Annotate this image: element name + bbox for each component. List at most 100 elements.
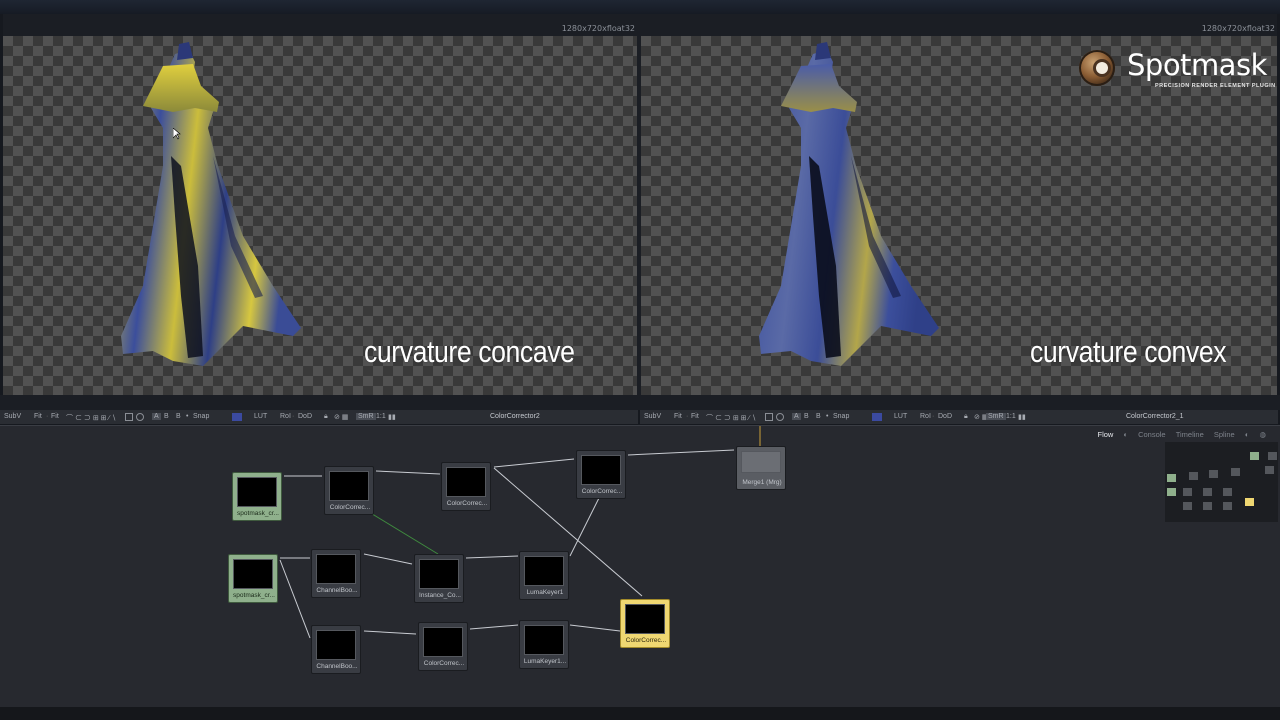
color-swatch-icon[interactable] [872, 413, 882, 421]
viewer-left[interactable]: curvature concave [3, 36, 637, 395]
node-label: ColorCorrec... [625, 637, 667, 644]
flow-editor[interactable]: Flow ◐ Console Timeline Spline ◐ ◍ spotm… [0, 425, 1280, 707]
snap-button[interactable]: Snap [833, 413, 849, 420]
node-connections [279, 426, 761, 639]
viewer-gutter [0, 395, 1280, 410]
spotmask-logo-icon [1079, 50, 1115, 86]
ratio-button[interactable]: 1:1 [1006, 413, 1016, 420]
node-label: Instance_Co... [419, 592, 461, 599]
navigator-node [1265, 466, 1274, 474]
node-label: LumaKeyer1... [523, 658, 567, 665]
snap-toggle-icon[interactable]: • [826, 413, 828, 420]
dod-button[interactable]: DoD [938, 413, 952, 420]
checker-icon[interactable]: ⊘ ▦ [334, 413, 348, 421]
viewer-node-title: ColorCorrector2_1 [1126, 413, 1184, 420]
navigator-node [1209, 470, 1218, 478]
navigator-node [1183, 488, 1192, 496]
lock-icon[interactable]: 🔒︎ [964, 413, 968, 421]
roi-button[interactable]: RoI [280, 413, 291, 420]
stereo-icon[interactable]: ▮▮ [388, 413, 396, 421]
instance-node[interactable]: Instance_Co... [414, 554, 464, 603]
lut-button[interactable]: LUT [894, 413, 907, 420]
dod-button[interactable]: DoD [298, 413, 312, 420]
logo-name: Spotmask [1127, 48, 1267, 82]
loader-node[interactable]: spotmask_cr... [228, 554, 278, 603]
lut-button[interactable]: LUT [254, 413, 267, 420]
ellipse-tool-icon[interactable] [136, 413, 144, 421]
navigator-node [1167, 474, 1176, 482]
rect-tool-icon[interactable] [765, 413, 773, 421]
node-thumbnail [524, 625, 564, 655]
node-thumbnail [446, 467, 486, 497]
flow-navigator[interactable] [1165, 442, 1278, 522]
status-bar [0, 707, 1280, 720]
channel-b-icon[interactable]: B [176, 413, 181, 420]
ellipse-tool-icon[interactable] [776, 413, 784, 421]
colorcorrector-node[interactable]: ColorCorrec... [441, 462, 491, 511]
navigator-node [1167, 488, 1176, 496]
smr-button[interactable]: SmR [356, 413, 376, 420]
channelbooleans-node[interactable]: ChannelBoo... [311, 625, 361, 674]
fit-button-2[interactable]: Fit [691, 413, 699, 420]
subview-button[interactable]: SubV [644, 413, 661, 420]
viewer-right[interactable]: curvature convex Spotmask PRECISION REND… [641, 36, 1277, 395]
node-label: ColorCorrec... [423, 660, 465, 667]
node-thumbnail [419, 559, 459, 589]
navigator-node [1223, 502, 1232, 510]
fit-button-2[interactable]: Fit [51, 413, 59, 420]
viewer-toolbar-left: SubV Fit · Fit ⌒ ⊂ ⊃ ⊞ ⊞ ∕ ∖ A B B • Sna… [0, 410, 638, 424]
colorcorrector-node[interactable]: ColorCorrec... [418, 622, 468, 671]
mouse-cursor-icon [173, 128, 181, 140]
draw-tools-icon[interactable]: ⌒ ⊂ ⊃ ⊞ ⊞ ∕ ∖ [706, 413, 756, 423]
node-thumbnail [316, 630, 356, 660]
rect-tool-icon[interactable] [125, 413, 133, 421]
navigator-node [1223, 488, 1232, 496]
navigator-node [1203, 488, 1212, 496]
channel-ab-icon[interactable]: B [804, 413, 809, 420]
roi-button[interactable]: RoI [920, 413, 931, 420]
loader-node[interactable]: spotmask_cr... [232, 472, 282, 521]
merge-node[interactable]: Merge1 (Mrg) [736, 446, 786, 490]
node-label: Merge1 (Mrg) [742, 479, 782, 486]
lumakeyer-node[interactable]: LumaKeyer1 [519, 551, 569, 600]
ratio-button[interactable]: 1:1 [376, 413, 386, 420]
navigator-node [1183, 502, 1192, 510]
channel-a-icon[interactable]: A [152, 413, 161, 420]
spotmask-logo: Spotmask PRECISION RENDER ELEMENT PLUGIN [1079, 48, 1276, 94]
node-thumbnail [423, 627, 463, 657]
navigator-node [1203, 502, 1212, 510]
node-thumbnail [625, 604, 665, 634]
colorcorrector-node[interactable]: ColorCorrec... [324, 466, 374, 515]
node-thumbnail [233, 559, 273, 589]
channel-ab-icon[interactable]: B [164, 413, 169, 420]
title-bar [0, 0, 1280, 14]
draw-tools-icon[interactable]: ⌒ ⊂ ⊃ ⊞ ⊞ ∕ ∖ [66, 413, 116, 423]
channel-b-icon[interactable]: B [816, 413, 821, 420]
fit-button[interactable]: Fit [674, 413, 682, 420]
colorcorrector-node[interactable]: ColorCorrec... [576, 450, 626, 499]
smr-button[interactable]: SmR [986, 413, 1006, 420]
logo-tagline: PRECISION RENDER ELEMENT PLUGIN [1155, 83, 1276, 89]
snap-toggle-icon[interactable]: • [186, 413, 188, 420]
lumakeyer-node[interactable]: LumaKeyer1... [519, 620, 569, 669]
subview-button[interactable]: SubV [4, 413, 21, 420]
stereo-icon[interactable]: ▮▮ [1018, 413, 1026, 421]
snap-button[interactable]: Snap [193, 413, 209, 420]
fit-button[interactable]: Fit [34, 413, 42, 420]
channel-a-icon[interactable]: A [792, 413, 801, 420]
lock-icon[interactable]: 🔒︎ [324, 413, 328, 421]
color-swatch-icon[interactable] [232, 413, 242, 421]
node-label: ColorCorrec... [329, 504, 371, 511]
viewer-left-header: 1280x720xfloat32 [3, 14, 637, 36]
colorcorrector-node-selected[interactable]: ColorCorrec... [620, 599, 670, 648]
node-label: spotmask_cr... [233, 592, 275, 599]
viewer-node-title: ColorCorrector2 [490, 413, 540, 420]
resolution-label: 1280x720xfloat32 [561, 24, 635, 33]
resolution-label: 1280x720xfloat32 [1201, 24, 1275, 33]
node-label: ChannelBoo... [316, 587, 358, 594]
navigator-node [1250, 452, 1259, 460]
caption-concave: curvature concave [364, 334, 575, 369]
channelbooleans-node[interactable]: ChannelBoo... [311, 549, 361, 598]
node-thumbnail [316, 554, 356, 584]
viewer-toolbar-right: SubV Fit · Fit ⌒ ⊂ ⊃ ⊞ ⊞ ∕ ∖ A B B • Sna… [640, 410, 1278, 424]
